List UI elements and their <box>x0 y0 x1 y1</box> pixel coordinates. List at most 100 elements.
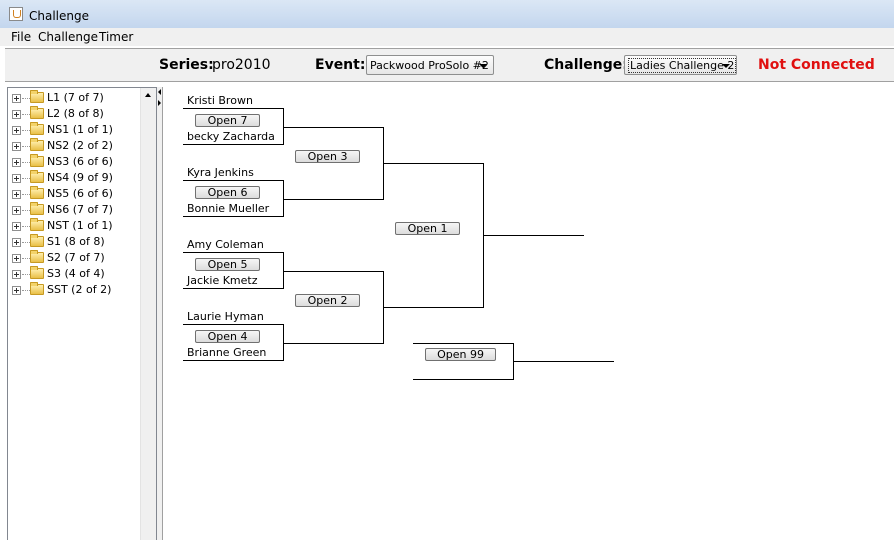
chevron-down-icon <box>479 64 487 68</box>
folder-icon <box>30 90 44 103</box>
menu-timer[interactable]: Timer <box>99 30 133 44</box>
challenge-dropdown[interactable]: Ladies Challenge 2 <box>624 55 737 75</box>
tree-item-label: L2 (8 of 8) <box>47 107 104 120</box>
open-4-button[interactable]: Open 4 <box>195 330 260 343</box>
folder-icon <box>30 282 44 295</box>
expand-icon[interactable] <box>12 238 21 247</box>
expand-icon[interactable] <box>12 270 21 279</box>
tree-connector <box>22 130 30 131</box>
tree-item[interactable]: NS3 (6 of 6) <box>8 154 140 170</box>
bracket-line <box>284 343 384 344</box>
tree-item-label: NS4 (9 of 9) <box>47 171 113 184</box>
tree-item[interactable]: NS1 (1 of 1) <box>8 122 140 138</box>
open-7-button[interactable]: Open 7 <box>195 114 260 127</box>
expand-icon[interactable] <box>12 126 21 135</box>
folder-icon <box>30 218 44 231</box>
tree-item-label: L1 (7 of 7) <box>47 91 104 104</box>
scroll-up-arrow-icon[interactable] <box>145 93 151 97</box>
tree-connector <box>22 194 30 195</box>
tree-item[interactable]: NS2 (2 of 2) <box>8 138 140 154</box>
bracket-line <box>183 216 284 217</box>
bracket-line <box>183 324 284 325</box>
menu-bar: File Challenge Timer <box>0 28 894 46</box>
chevron-down-icon <box>722 64 730 68</box>
tree-connector <box>22 146 30 147</box>
expand-icon[interactable] <box>12 94 21 103</box>
expand-icon[interactable] <box>12 110 21 119</box>
bracket-line <box>284 271 384 272</box>
expand-icon[interactable] <box>12 254 21 263</box>
tree-item[interactable]: NS5 (6 of 6) <box>8 186 140 202</box>
competitor-name: Jackie Kmetz <box>187 274 258 287</box>
tree-item[interactable]: NS4 (9 of 9) <box>8 170 140 186</box>
tree-connector <box>22 114 30 115</box>
bracket-line <box>183 360 284 361</box>
expand-icon[interactable] <box>12 190 21 199</box>
tree-item-label: S1 (8 of 8) <box>47 235 105 248</box>
open-1-button[interactable]: Open 1 <box>395 222 460 235</box>
collapse-left-icon[interactable] <box>158 89 161 95</box>
series-label: Series: <box>159 57 214 73</box>
expand-icon[interactable] <box>12 286 21 295</box>
folder-icon <box>30 106 44 119</box>
tree-connector <box>22 226 30 227</box>
competitor-name: Laurie Hyman <box>187 310 264 323</box>
tree-item[interactable]: S1 (8 of 8) <box>8 234 140 250</box>
title-bar: Challenge <box>0 0 894 28</box>
tree-item[interactable]: L1 (7 of 7) <box>8 90 140 106</box>
tree-item-label: S2 (7 of 7) <box>47 251 105 264</box>
bracket-line <box>183 108 284 109</box>
competitor-name: Bonnie Mueller <box>187 202 270 215</box>
tree-item-label: S3 (4 of 4) <box>47 267 105 280</box>
class-tree[interactable]: L1 (7 of 7) L2 (8 of 8) NS1 (1 of 1) NS2… <box>7 87 157 540</box>
tree-item[interactable]: NS6 (7 of 7) <box>8 202 140 218</box>
competitor-name: Amy Coleman <box>187 238 264 251</box>
folder-icon <box>30 154 44 167</box>
bracket-line <box>183 252 284 253</box>
tree-connector <box>22 162 30 163</box>
tree-item-label: SST (2 of 2) <box>47 283 112 296</box>
menu-challenge[interactable]: Challenge <box>38 30 98 44</box>
menu-file[interactable]: File <box>11 30 31 44</box>
expand-icon[interactable] <box>12 222 21 231</box>
expand-icon[interactable] <box>12 206 21 215</box>
tree-item-label: NS3 (6 of 6) <box>47 155 113 168</box>
tree-connector <box>22 258 30 259</box>
tree-connector <box>22 274 30 275</box>
folder-icon <box>30 202 44 215</box>
tree-scrollbar[interactable] <box>140 88 156 540</box>
open-3-button[interactable]: Open 3 <box>295 150 360 163</box>
tree-item[interactable]: S2 (7 of 7) <box>8 250 140 266</box>
expand-right-icon[interactable] <box>158 100 161 106</box>
tree-item[interactable]: NST (1 of 1) <box>8 218 140 234</box>
series-value: pro2010 <box>212 57 271 73</box>
competitor-name: becky Zacharda <box>187 130 275 143</box>
bracket-line <box>284 127 384 128</box>
event-dropdown[interactable]: Packwood ProSolo #2 <box>366 55 494 75</box>
toolbar: Series: pro2010 Event: Packwood ProSolo … <box>5 48 894 82</box>
tree-item[interactable]: S3 (4 of 4) <box>8 266 140 282</box>
tree-connector <box>22 242 30 243</box>
tree-connector <box>22 290 30 291</box>
open-6-button[interactable]: Open 6 <box>195 186 260 199</box>
expand-icon[interactable] <box>12 158 21 167</box>
open-5-button[interactable]: Open 5 <box>195 258 260 271</box>
folder-icon <box>30 266 44 279</box>
tree-item-label: NST (1 of 1) <box>47 219 113 232</box>
tree-connector <box>22 210 30 211</box>
folder-icon <box>30 234 44 247</box>
tree-item[interactable]: L2 (8 of 8) <box>8 106 140 122</box>
tree-item-label: NS1 (1 of 1) <box>47 123 113 136</box>
bracket-panel: Kristi Brown becky Zacharda Kyra Jenkins… <box>162 87 894 540</box>
open-2-button[interactable]: Open 2 <box>295 294 360 307</box>
window-title: Challenge <box>29 9 89 23</box>
competitor-name: Kyra Jenkins <box>187 166 254 179</box>
competitor-name: Brianne Green <box>187 346 267 359</box>
challenge-dropdown-value: Ladies Challenge 2 <box>628 58 736 73</box>
expand-icon[interactable] <box>12 142 21 151</box>
open-99-button[interactable]: Open 99 <box>425 348 496 361</box>
folder-icon <box>30 186 44 199</box>
tree-connector <box>22 178 30 179</box>
expand-icon[interactable] <box>12 174 21 183</box>
tree-item[interactable]: SST (2 of 2) <box>8 282 140 298</box>
